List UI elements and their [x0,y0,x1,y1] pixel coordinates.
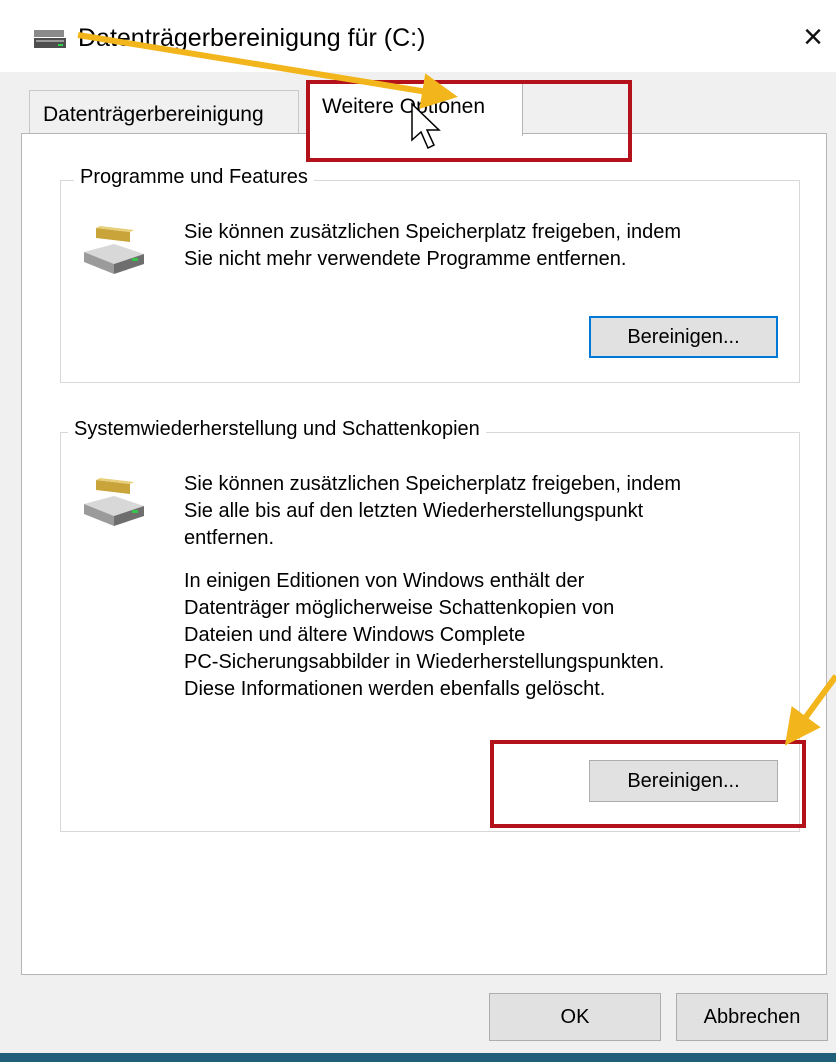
highlight-box-tab [306,80,632,162]
restore-description-line: Sie können zusätzlichen Speicherplatz fr… [184,473,681,495]
restore-group-title: Systemwiederherstellung und Schattenkopi… [68,418,486,441]
cancel-button[interactable]: Abbrechen [676,993,828,1041]
ok-button[interactable]: OK [489,993,661,1041]
close-button[interactable]: × [790,14,836,60]
programs-cleanup-button[interactable]: Bereinigen... [589,316,778,358]
restore-description-line: entfernen. [184,527,275,549]
programs-group-title: Programme und Features [74,166,314,189]
disk-cleanup-drive-icon [84,226,144,274]
restore-description-line: Sie alle bis auf den letzten Wiederherst… [184,500,644,522]
tab-disk-cleanup-label: Datenträgerbereinigung [43,103,264,126]
disk-cleanup-drive-icon [84,478,144,526]
programs-description-line: Sie können zusätzlichen Speicherplatz fr… [184,221,681,243]
tab-disk-cleanup[interactable]: Datenträgerbereinigung [29,90,299,134]
window-title: Datenträgerbereinigung für (C:) [78,24,426,52]
restore-note-line: Datenträger möglicherweise Schattenkopie… [184,597,615,619]
restore-note-line: In einigen Editionen von Windows enthält… [184,570,585,592]
highlight-box-button [490,740,806,828]
drive-icon [34,30,66,48]
restore-note-line: Dateien und ältere Windows Complete [184,624,526,646]
taskbar-edge [0,1053,836,1062]
programs-description-line: Sie nicht mehr verwendete Programme entf… [184,248,627,270]
restore-note-line: PC-Sicherungsabbilder in Wiederherstellu… [184,651,665,673]
restore-note-line: Diese Informationen werden ebenfalls gel… [184,678,606,700]
